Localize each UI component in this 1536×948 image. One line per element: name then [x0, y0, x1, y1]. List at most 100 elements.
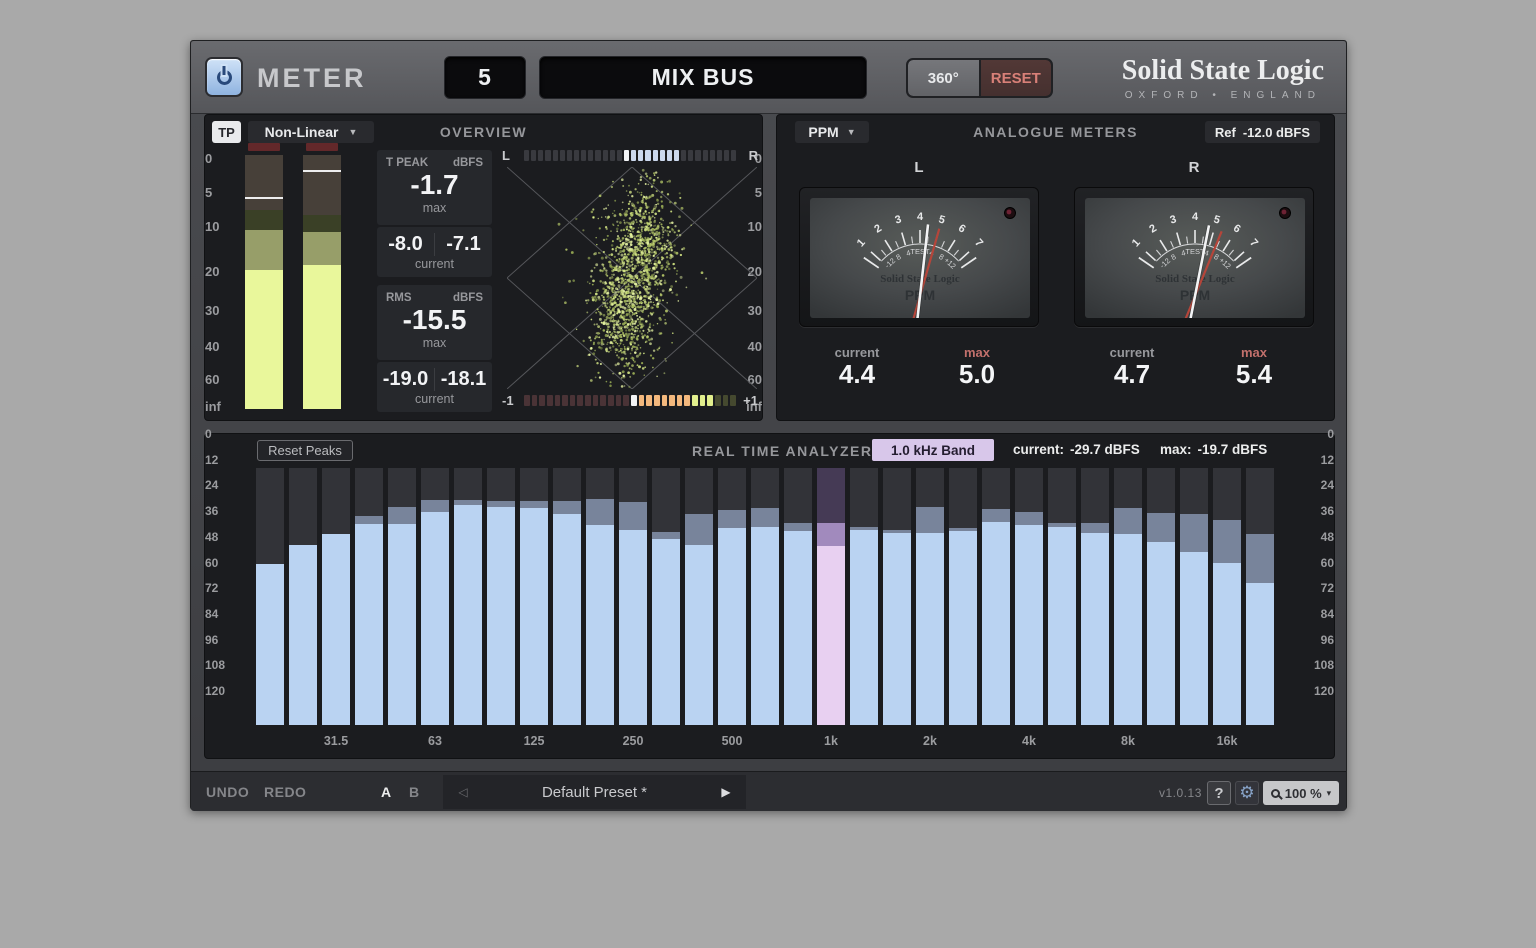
rta-band-column[interactable] [520, 468, 548, 725]
rta-peak-cap [916, 507, 944, 534]
reset-button[interactable]: RESET [981, 60, 1052, 96]
instance-number-box[interactable]: 5 [444, 56, 526, 99]
meter-scale-label: 5 [205, 185, 212, 200]
ui-zoom-button[interactable]: 100 % ▾ [1263, 781, 1339, 805]
balance-right-label: R [742, 148, 758, 163]
balance-segment [731, 150, 736, 161]
tpeak-max-box: T PEAK dBFS -1.7 max [377, 150, 492, 225]
balance-segment [667, 150, 672, 161]
rta-db-label: 108 [1314, 658, 1334, 672]
rta-peak-cap [982, 509, 1010, 522]
rta-band-column[interactable] [685, 468, 713, 725]
rta-band-column[interactable] [718, 468, 746, 725]
next-preset-button[interactable]: ▶ [706, 785, 746, 799]
rta-band-column[interactable] [1213, 468, 1241, 725]
clip-indicator-right[interactable] [306, 143, 338, 151]
rta-band-column[interactable] [619, 468, 647, 725]
magnifier-icon [1271, 789, 1280, 798]
balance-segment [660, 150, 665, 161]
ab-compare-a[interactable]: A [381, 784, 392, 800]
help-button[interactable]: ? [1207, 781, 1231, 805]
meter-scale-label: 0 [205, 151, 212, 166]
ab-compare-b[interactable]: B [409, 784, 420, 800]
rta-band-column[interactable] [289, 468, 317, 725]
rta-band-column[interactable] [1180, 468, 1208, 725]
correlation-segment [585, 395, 591, 406]
rta-band-column[interactable] [1015, 468, 1043, 725]
correlation-segment [700, 395, 706, 406]
rta-freq-label: 16k [1205, 734, 1249, 748]
undo-button[interactable]: UNDO [206, 784, 249, 800]
balance-segment [645, 150, 650, 161]
power-button[interactable] [205, 57, 243, 97]
rta-peak-cap [1081, 523, 1109, 534]
rta-band-column[interactable] [1246, 468, 1274, 725]
rotate-360-button[interactable]: 360° [908, 60, 981, 96]
rta-band-column[interactable] [553, 468, 581, 725]
rta-band-column[interactable] [1081, 468, 1109, 725]
track-name-box[interactable]: MIX BUS [539, 56, 867, 99]
rta-band-column[interactable] [586, 468, 614, 725]
rta-band-column[interactable] [487, 468, 515, 725]
correlation-segment [616, 395, 622, 406]
rta-db-label: 24 [1321, 478, 1334, 492]
rta-level-bar [1213, 563, 1241, 725]
band-current-readout: current:-29.7 dBFS [1013, 442, 1140, 457]
reset-peaks-button[interactable]: Reset Peaks [257, 440, 353, 461]
rta-level-bar [784, 531, 812, 725]
rta-band-column[interactable] [388, 468, 416, 725]
settings-button[interactable]: ⚙ [1235, 781, 1259, 805]
balance-segment [631, 150, 636, 161]
rta-band-column[interactable] [1114, 468, 1142, 725]
rta-band-column[interactable] [322, 468, 350, 725]
rta-band-column[interactable] [256, 468, 284, 725]
rta-level-bar [1048, 527, 1076, 725]
rta-peak-cap [421, 500, 449, 512]
rta-band-column[interactable] [883, 468, 911, 725]
correlation-segment [707, 395, 713, 406]
rta-panel: Reset Peaks REAL TIME ANALYZER 1.0 kHz B… [204, 433, 1335, 759]
correlation-segment [730, 395, 736, 406]
rta-band-column[interactable] [751, 468, 779, 725]
peak-hold-line [303, 170, 341, 172]
plugin-title: METER [257, 63, 367, 94]
rta-band-column[interactable] [454, 468, 482, 725]
rta-band-column[interactable] [421, 468, 449, 725]
redo-button[interactable]: REDO [264, 784, 306, 800]
rta-level-bar [322, 534, 350, 725]
rta-band-column[interactable] [817, 468, 845, 725]
correlation-segment [723, 395, 729, 406]
balance-meter: L R [502, 148, 758, 162]
rta-level-bar [718, 528, 746, 725]
rta-band-column[interactable] [784, 468, 812, 725]
correlation-segment [692, 395, 698, 406]
rta-band-column[interactable] [355, 468, 383, 725]
rta-band-column[interactable] [652, 468, 680, 725]
prev-preset-button[interactable]: ◁ [443, 785, 483, 799]
meter-scale-label: 30 [205, 303, 219, 318]
selected-band-chip[interactable]: 1.0 kHz Band [872, 439, 994, 461]
rms-current-box: -19.0 -18.1 current [377, 362, 492, 412]
rta-peak-cap [817, 523, 845, 547]
rta-band-column[interactable] [982, 468, 1010, 725]
rta-level-bar [1114, 534, 1142, 725]
reference-level-box[interactable]: Ref -12.0 dBFS [1205, 121, 1320, 143]
meter-scale-label: 10 [205, 219, 219, 234]
channel-label-right: R [1074, 159, 1314, 176]
rta-db-label: 60 [1321, 556, 1334, 570]
rms-current-caption: current [377, 392, 492, 406]
rta-band-column[interactable] [850, 468, 878, 725]
rta-band-column[interactable] [949, 468, 977, 725]
band-max-readout: max:-19.7 dBFS [1160, 442, 1267, 457]
correlation-segment [547, 395, 553, 406]
balance-segment [567, 150, 572, 161]
ui-zoom-value: 100 % [1285, 786, 1322, 801]
readout-current-right: current 4.7 [1077, 345, 1187, 388]
rta-band-column[interactable] [916, 468, 944, 725]
tpeak-current-right: -7.1 [435, 233, 492, 256]
rta-db-label: 84 [1321, 607, 1334, 621]
clip-indicator-left[interactable] [248, 143, 280, 151]
rta-band-column[interactable] [1048, 468, 1076, 725]
rta-level-bar [1081, 533, 1109, 725]
rta-band-column[interactable] [1147, 468, 1175, 725]
